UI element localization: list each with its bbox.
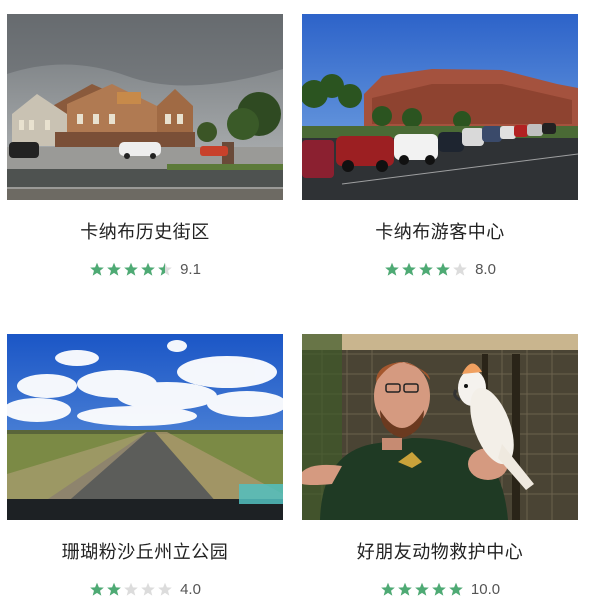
attraction-name[interactable]: 珊瑚粉沙丘州立公园 — [7, 538, 283, 564]
star-half-icon — [158, 262, 172, 276]
star-filled-icon — [432, 582, 446, 596]
star-filled-icon — [381, 582, 395, 596]
star-filled-icon — [124, 262, 138, 276]
attraction-photo-parrot-sanctuary[interactable] — [302, 334, 578, 520]
attraction-name[interactable]: 好朋友动物救护中心 — [302, 538, 578, 564]
attraction-card-3[interactable]: 珊瑚粉沙丘州立公园 4.0 — [7, 334, 283, 598]
star-empty-icon — [124, 582, 138, 596]
rating-score: 4.0 — [180, 581, 201, 598]
star-filled-icon — [141, 262, 155, 276]
rating-score: 8.0 — [475, 261, 496, 278]
rating-row: 9.1 — [7, 261, 283, 278]
rating-row: 4.0 — [7, 581, 283, 598]
star-filled-icon — [419, 262, 433, 276]
star-filled-icon — [90, 262, 104, 276]
attraction-card-4[interactable]: 好朋友动物救护中心 10.0 — [302, 334, 578, 598]
attraction-card-1[interactable]: 卡纳布历史街区 9.1 — [7, 14, 283, 278]
star-filled-icon — [449, 582, 463, 596]
star-empty-icon — [453, 262, 467, 276]
rating-score: 10.0 — [470, 581, 501, 598]
attraction-photo-visitor-center[interactable] — [302, 14, 578, 200]
rating-row: 10.0 — [302, 581, 578, 598]
attraction-name[interactable]: 卡纳布历史街区 — [7, 218, 283, 244]
star-filled-icon — [415, 582, 429, 596]
star-rating — [384, 262, 469, 277]
star-empty-icon — [158, 582, 172, 596]
star-filled-icon — [385, 262, 399, 276]
star-filled-icon — [107, 582, 121, 596]
star-filled-icon — [90, 582, 104, 596]
star-filled-icon — [436, 262, 450, 276]
rating-score: 9.1 — [180, 261, 201, 278]
star-filled-icon — [398, 582, 412, 596]
star-rating — [89, 582, 174, 597]
star-filled-icon — [402, 262, 416, 276]
star-empty-icon — [141, 582, 155, 596]
star-rating — [380, 582, 465, 597]
rating-row: 8.0 — [302, 261, 578, 278]
attraction-photo-historic-district[interactable] — [7, 14, 283, 200]
attraction-name[interactable]: 卡纳布游客中心 — [302, 218, 578, 244]
star-rating — [89, 262, 174, 277]
attraction-photo-desert-road[interactable] — [7, 334, 283, 520]
attraction-card-2[interactable]: 卡纳布游客中心 8.0 — [302, 14, 578, 278]
star-filled-icon — [107, 262, 121, 276]
